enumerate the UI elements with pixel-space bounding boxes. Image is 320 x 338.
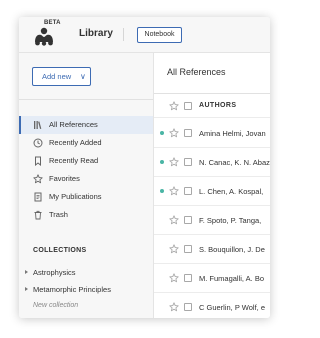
star-icon[interactable] <box>169 244 179 254</box>
authors-cell: C Guerlin, P Wolf, e <box>199 303 265 312</box>
authors-cell: L. Chen, A. Kospal, <box>199 187 264 196</box>
sidebar-item-label: Recently Read <box>49 156 99 165</box>
authors-cell: F. Spoto, P. Tanga, <box>199 216 262 225</box>
header-divider <box>123 28 124 41</box>
chevron-down-icon: ∨ <box>80 72 86 81</box>
add-new-button[interactable]: Add new ∨ <box>32 67 91 86</box>
sidebar-item-label: Recently Added <box>49 138 102 147</box>
row-checkbox[interactable] <box>184 187 192 195</box>
sidebar-item-trash[interactable]: Trash <box>19 206 153 224</box>
collection-label: Metamorphic Principles <box>33 285 111 294</box>
table-row[interactable]: M. Fumagalli, A. Bo <box>154 264 270 293</box>
sidebar-divider <box>19 99 153 100</box>
library-icon <box>33 120 43 130</box>
notebook-button[interactable]: Notebook <box>137 27 182 43</box>
row-checkbox[interactable] <box>184 245 192 253</box>
trash-icon <box>33 210 43 220</box>
star-icon[interactable] <box>169 215 179 225</box>
sidebar-item-all-references[interactable]: All References <box>19 116 153 134</box>
new-collection-link[interactable]: New collection <box>33 302 78 309</box>
sidebar-item-favorites[interactable]: Favorites <box>19 170 153 188</box>
page-title: Library <box>79 28 113 39</box>
unread-dot-icon <box>160 131 164 135</box>
star-icon <box>33 174 43 184</box>
sidebar-item-recently-added[interactable]: Recently Added <box>19 134 153 152</box>
collections-heading: COLLECTIONS <box>33 247 87 254</box>
references-title: All References <box>167 67 226 77</box>
sidebar-item-label: My Publications <box>49 192 102 201</box>
caret-right-icon[interactable] <box>25 270 28 274</box>
row-checkbox[interactable] <box>184 274 192 282</box>
sidebar-item-label: All References <box>49 120 98 129</box>
authors-cell: M. Fumagalli, A. Bo <box>199 274 265 283</box>
sidebar-item-my-publications[interactable]: My Publications <box>19 188 153 206</box>
column-header-authors[interactable]: AUTHORS <box>199 102 236 109</box>
row-checkbox[interactable] <box>184 158 192 166</box>
publications-icon <box>33 192 43 202</box>
mendeley-logo-icon[interactable] <box>32 23 56 47</box>
sidebar-item-label: Trash <box>49 210 68 219</box>
sidebar-item-recently-read[interactable]: Recently Read <box>19 152 153 170</box>
row-checkbox[interactable] <box>184 303 192 311</box>
table-row[interactable]: Amina Helmi, Jovan <box>154 119 270 148</box>
table-row[interactable]: S. Bouquillon, J. De <box>154 235 270 264</box>
table-row[interactable]: C Guerlin, P Wolf, e <box>154 293 270 318</box>
unread-dot-icon <box>160 189 164 193</box>
sidebar: Add new ∨ All References Recently Added … <box>19 53 154 318</box>
authors-cell: N. Canac, K. N. Abaz <box>199 158 270 167</box>
table-row[interactable]: F. Spoto, P. Tanga, <box>154 206 270 235</box>
references-pane: All References AUTHORS Amina Helmi, Jova… <box>154 53 270 318</box>
star-icon[interactable] <box>169 302 179 312</box>
app-window: BETA Library Notebook Add new ∨ All Refe… <box>19 17 270 318</box>
table-header-row: AUTHORS <box>154 94 270 118</box>
top-bar: BETA Library Notebook <box>19 17 270 53</box>
bookmark-icon <box>33 156 43 166</box>
authors-cell: S. Bouquillon, J. De <box>199 245 265 254</box>
star-icon[interactable] <box>169 157 179 167</box>
clock-icon <box>33 138 43 148</box>
star-icon[interactable] <box>169 128 179 138</box>
caret-right-icon[interactable] <box>25 287 28 291</box>
sidebar-item-label: Favorites <box>49 174 80 183</box>
unread-dot-icon <box>160 160 164 164</box>
select-all-checkbox[interactable] <box>184 102 192 110</box>
star-icon[interactable] <box>169 186 179 196</box>
star-icon[interactable] <box>169 273 179 283</box>
collection-item-astrophysics[interactable]: Astrophysics <box>19 267 153 281</box>
table-row[interactable]: L. Chen, A. Kospal, <box>154 177 270 206</box>
row-checkbox[interactable] <box>184 216 192 224</box>
table-row[interactable]: N. Canac, K. N. Abaz <box>154 148 270 177</box>
authors-cell: Amina Helmi, Jovan <box>199 129 266 138</box>
beta-badge: BETA <box>44 20 61 26</box>
collection-label: Astrophysics <box>33 268 76 277</box>
add-new-label: Add new <box>42 72 72 81</box>
row-checkbox[interactable] <box>184 129 192 137</box>
collection-item-metamorphic-principles[interactable]: Metamorphic Principles <box>19 284 153 298</box>
star-icon[interactable] <box>169 101 179 111</box>
